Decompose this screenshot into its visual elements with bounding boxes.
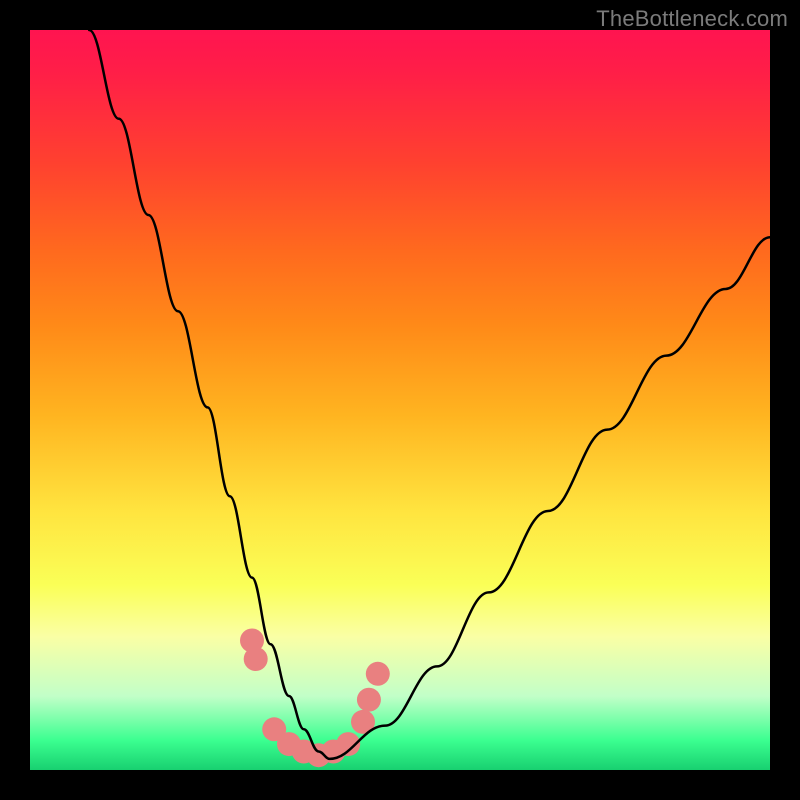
highlight-dot [244,647,268,671]
bottleneck-chart [30,30,770,770]
highlight-dot [366,662,390,686]
bottleneck-curve-line [89,30,770,759]
highlight-dot [357,688,381,712]
watermark-text: TheBottleneck.com [596,6,788,32]
